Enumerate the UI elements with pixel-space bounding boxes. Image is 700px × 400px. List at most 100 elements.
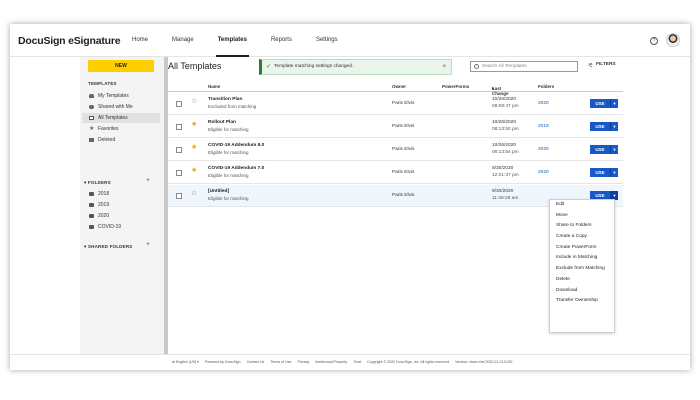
folder-link[interactable]: 2018 [538,124,549,129]
footer-privacy[interactable]: Privacy [298,360,310,364]
footer-terms-of-use[interactable]: Terms of Use [270,360,291,364]
sidebar-folder-2019[interactable]: 2019 [82,200,160,210]
last-change-date: 10/26/2020 [492,120,517,125]
main-nav: Home Manage Templates Reports Settings [120,24,350,57]
menu-item-share-to-folders[interactable]: Share to Folders [550,221,614,232]
avatar[interactable] [666,33,680,47]
footer-intellectual-property[interactable]: Intellectual Property [315,360,347,364]
folder-link[interactable]: 2020 [538,101,549,106]
template-name[interactable]: Transition Plan [208,97,242,102]
use-button[interactable]: USE [590,145,610,154]
chevron-down-icon[interactable]: ▼ [610,168,618,177]
use-actions-menu: Edit Move Share to Folders Create a Copy… [549,199,615,333]
table-row[interactable]: ☆ Transition Plan Excluded from matching… [168,93,623,115]
chevron-down-icon[interactable]: ▼ [610,99,618,108]
matching-status: Eligible for matching [208,173,249,178]
sidebar-item-all-templates[interactable]: All Templates [82,113,160,123]
footer-powered-by: Powered by DocuSign [205,360,241,364]
language-selector[interactable]: ⊕ English (US) ▾ [172,360,199,364]
shared-folders-heading[interactable]: ▾ SHARED FOLDERS [84,244,132,250]
sidebar-item-label: Shared with Me [98,104,133,110]
menu-item-exclude-from-matching[interactable]: Exclude from Matching [550,264,614,275]
menu-item-delete[interactable]: Delete [550,275,614,286]
use-button[interactable]: USE [590,99,610,108]
new-button[interactable]: NEW [88,60,154,72]
menu-item-move[interactable]: Move [550,211,614,222]
footer-version: Version: vbwe.rhel.2020.21.213.030 [455,360,513,364]
table-row[interactable]: ★ Rollout Plan Eligible for matching Par… [168,116,623,138]
use-button[interactable]: USE [590,168,610,177]
matching-status: Eligible for matching [208,150,249,155]
row-checkbox[interactable] [176,101,182,107]
nav-reports[interactable]: Reports [259,24,304,57]
star-filled-icon[interactable]: ★ [191,167,197,175]
nav-templates[interactable]: Templates [206,24,259,57]
sidebar-item-label: Deleted [98,137,116,143]
footer-links: ⊕ English (US) ▾ Powered by DocuSign Con… [172,360,512,364]
menu-item-download[interactable]: Download [550,286,614,297]
row-checkbox[interactable] [176,124,182,130]
template-name[interactable]: [Untitled] [208,189,229,194]
menu-item-create-copy[interactable]: Create a Copy [550,232,614,243]
sidebar-item-my-templates[interactable]: My Templates [82,91,160,101]
add-shared-folder-icon[interactable]: + [146,241,150,248]
last-change-time: 12:01:37 pm [492,173,519,178]
sidebar-item-favorites[interactable]: ★ Favorites [82,124,160,134]
column-name[interactable]: Name [208,84,220,89]
column-folders[interactable]: Folders [538,84,554,89]
table-header: Name Owner PowerForms Last Change ▾ Fold… [168,82,623,96]
close-icon[interactable]: × [442,60,446,74]
footer-contact-us[interactable]: Contact Us [247,360,265,364]
sidebar-item-label: My Templates [98,93,129,99]
nav-settings[interactable]: Settings [304,24,350,57]
menu-item-create-powerform[interactable]: Create PowerForm [550,243,614,254]
column-owner[interactable]: Owner [392,84,406,89]
chevron-down-icon[interactable]: ▼ [610,122,618,131]
folder-label: 2019 [98,202,110,208]
use-button[interactable]: USE [590,122,610,131]
sidebar-folder-covid-19[interactable]: COVID-19 [82,222,160,232]
template-name[interactable]: COVID-19 Addendum 7.0 [208,166,264,171]
help-icon[interactable]: ? [650,37,658,45]
star-icon[interactable]: ☆ [191,190,197,198]
owner: Paris Elvis [392,124,415,129]
star-icon[interactable]: ☆ [191,98,197,106]
footer-trust[interactable]: Trust [353,360,361,364]
column-powerforms[interactable]: PowerForms [442,84,469,89]
folder-icon [89,225,94,229]
table-row[interactable]: ★ COVID-19 Addendum 8.0 Eligible for mat… [168,139,623,161]
last-change-date: 10/26/2020 [492,97,517,102]
star-filled-icon[interactable]: ★ [191,121,197,129]
table-row[interactable]: ★ COVID-19 Addendum 7.0 Eligible for mat… [168,162,623,184]
template-name[interactable]: COVID-19 Addendum 8.0 [208,143,264,148]
check-icon: ✓ [266,64,272,70]
folders-heading[interactable]: ▾ FOLDERS [84,180,111,186]
menu-item-edit[interactable]: Edit [550,200,614,211]
folder-label: COVID-19 [98,224,122,230]
folder-icon [89,203,94,207]
chevron-down-icon[interactable]: ▼ [610,145,618,154]
filters-button[interactable]: ⚟ FILTERS [588,62,616,69]
row-checkbox[interactable] [176,193,182,199]
menu-item-include-in-matching[interactable]: Include in Matching [550,253,614,264]
sidebar-item-deleted[interactable]: Deleted [82,135,160,145]
sidebar-item-shared-with-me[interactable]: Shared with Me [82,102,160,112]
folder-link[interactable]: 2020 [538,170,549,175]
last-change-date: 10/26/2020 [492,143,517,148]
last-change-time: 11:48:28 am [492,196,519,201]
folder-link[interactable]: 2020 [538,147,549,152]
template-name[interactable]: Rollout Plan [208,120,236,125]
toast-notification: ✓ Template matching settings changed. × [259,59,452,75]
menu-item-transfer-ownership[interactable]: Transfer Ownership [550,296,614,307]
sidebar-folder-2020[interactable]: 2020 [82,211,160,221]
docusign-logo[interactable]: DocuSign eSignature [18,35,121,47]
search-input[interactable]: Search All Templates [470,61,578,72]
add-folder-icon[interactable]: + [146,177,150,184]
sidebar-folder-2018[interactable]: 2018 [82,189,160,199]
nav-home[interactable]: Home [120,24,160,57]
row-checkbox[interactable] [176,170,182,176]
star-filled-icon[interactable]: ★ [191,144,197,152]
owner: Paris Elvis [392,101,415,106]
row-checkbox[interactable] [176,147,182,153]
nav-manage[interactable]: Manage [160,24,206,57]
